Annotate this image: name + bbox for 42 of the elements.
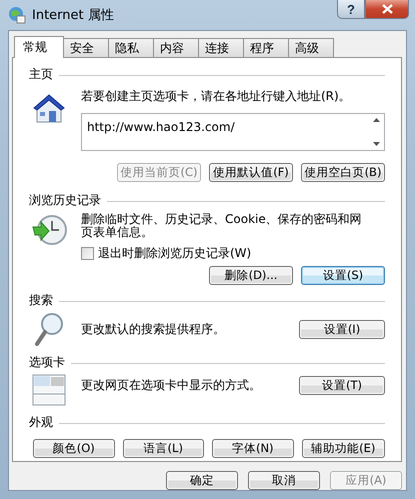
tab[interactable]: 隐私 — [108, 38, 154, 58]
description-text: 更改网页在选项卡中显示的方式。 — [81, 379, 262, 392]
section-heading: 外观 — [29, 414, 53, 431]
description-text: 更改默认的搜索提供程序。 — [81, 322, 226, 336]
appearance-button[interactable]: 辅助功能(E) — [302, 439, 385, 458]
section-heading: 主页 — [29, 66, 53, 83]
close-button[interactable] — [365, 0, 409, 19]
appearance-button[interactable]: 字体(N) — [212, 439, 294, 458]
dialog-button[interactable]: 取消 — [248, 471, 320, 490]
description-text: 若要创建主页选项卡，请在各地址行键入地址(R)。 — [81, 90, 352, 103]
scroll-up-icon[interactable] — [372, 118, 380, 122]
action-button[interactable]: 设置(S) — [301, 266, 385, 285]
tab[interactable]: 高级 — [288, 38, 334, 58]
appearance-button[interactable]: 颜色(O) — [33, 439, 114, 458]
tab[interactable]: 连接 — [198, 38, 244, 58]
window-title: Internet 属性 — [32, 7, 114, 24]
search-icon — [34, 312, 64, 346]
tab[interactable]: 安全 — [63, 38, 109, 58]
checkbox-label: 退出时删除浏览历史记录(W) — [98, 247, 252, 260]
action-button[interactable]: 删除(D)... — [209, 266, 293, 285]
settings-button[interactable]: 设置(T) — [299, 376, 385, 395]
url-field[interactable]: http://www.hao123.com/ — [81, 113, 385, 151]
action-button[interactable]: 使用默认值(F) — [209, 163, 293, 182]
description-text: 删除临时文件、历史记录、Cookie、保存的密码和网页表单信息。 — [81, 213, 363, 239]
action-button[interactable]: 使用空白页(B) — [301, 163, 385, 182]
section-heading: 浏览历史记录 — [29, 192, 101, 209]
section-heading: 选项卡 — [29, 354, 65, 371]
section-heading: 搜索 — [29, 292, 53, 309]
clock-icon — [31, 213, 67, 247]
tab[interactable]: 程序 — [243, 38, 289, 58]
appearance-button[interactable]: 语言(L) — [122, 439, 204, 458]
close-icon — [382, 4, 392, 14]
globe-icon — [8, 6, 26, 24]
tab[interactable]: 常规 — [14, 36, 64, 58]
dialog-button[interactable]: 确定 — [166, 471, 238, 490]
tabs-icon — [32, 374, 66, 406]
tab[interactable]: 内容 — [153, 38, 199, 58]
help-button[interactable]: ? — [337, 0, 365, 19]
settings-button[interactable]: 设置(I) — [299, 320, 385, 338]
checkbox[interactable] — [81, 247, 94, 260]
scroll-down-icon[interactable] — [372, 142, 380, 146]
house-icon — [32, 92, 66, 124]
